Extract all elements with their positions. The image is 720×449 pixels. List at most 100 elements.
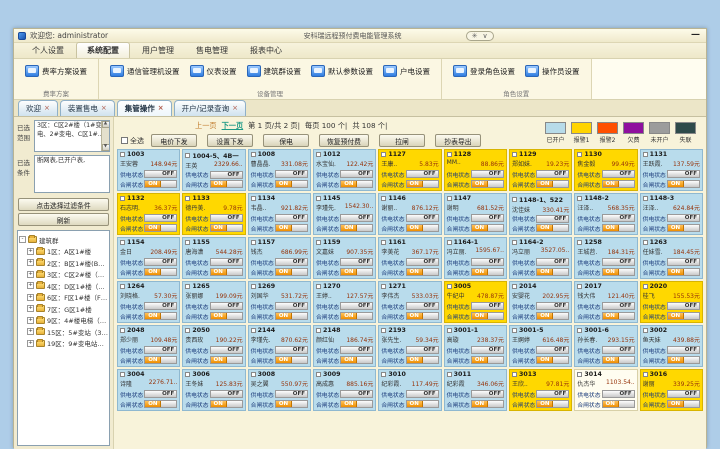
meter-card[interactable]: 1265 张丽娜 199.09元 供电状态 OFF 合闸状态 ON — [182, 281, 245, 323]
meter-checkbox[interactable] — [120, 372, 125, 377]
meter-checkbox[interactable] — [577, 328, 582, 333]
meter-checkbox[interactable] — [185, 240, 190, 245]
tree-item[interactable]: + 6区：F区1#楼（F区1#.. — [27, 292, 108, 302]
meter-card[interactable]: 1271 李伟杰 533.03元 供电状态 OFF 合闸状态 ON — [378, 281, 441, 323]
meter-card[interactable]: 1269 刘国华 531.72元 供电状态 OFF 合闸状态 ON — [248, 281, 311, 323]
supply-status-toggle[interactable]: OFF — [471, 390, 504, 398]
supply-status-toggle[interactable]: OFF — [536, 170, 569, 178]
switch-status-toggle[interactable]: ON — [340, 268, 373, 276]
meter-checkbox[interactable] — [251, 196, 256, 201]
supply-status-toggle[interactable]: OFF — [602, 390, 635, 398]
supply-status-toggle[interactable]: OFF — [210, 258, 243, 266]
switch-status-toggle[interactable]: ON — [210, 180, 243, 188]
meter-card[interactable]: 1164-2 冯立丽 3527.05.. 供电状态 OFF 合闸状态 ON — [509, 237, 572, 279]
switch-status-toggle[interactable]: ON — [340, 224, 373, 232]
meter-card[interactable]: 1154 金日 208.49元 供电状态 OFF 合闸状态 ON — [117, 237, 180, 279]
meter-card[interactable]: 3010 纪彩霞. 117.49元 供电状态 OFF 合闸状态 ON — [378, 369, 441, 411]
meter-card[interactable]: 1146 谢丽.. 876.12元 供电状态 OFF 合闸状态 ON — [378, 193, 441, 235]
supply-status-toggle[interactable]: OFF — [667, 346, 700, 354]
switch-status-toggle[interactable]: ON — [210, 400, 243, 408]
switch-status-toggle[interactable]: ON — [406, 312, 439, 320]
supply-status-toggle[interactable]: OFF — [144, 170, 177, 178]
switch-status-toggle[interactable]: ON — [275, 400, 308, 408]
meter-card[interactable]: 1131 王跃霞. 137.59元 供电状态 OFF 合闸状态 ON — [640, 149, 703, 191]
switch-status-toggle[interactable]: ON — [602, 400, 635, 408]
supply-status-toggle[interactable]: OFF — [210, 302, 243, 310]
meter-card[interactable]: 1012 水宝仙. 122.42元 供电状态 OFF 合闸状态 ON — [313, 149, 376, 191]
meter-card[interactable]: 3006 王冬妹 125.83元 供电状态 OFF 合闸状态 ON — [182, 369, 245, 411]
switch-status-toggle[interactable]: ON — [471, 268, 504, 276]
menu-item[interactable]: 报表中心 — [240, 43, 292, 58]
supply-status-toggle[interactable]: OFF — [340, 214, 373, 222]
switch-status-toggle[interactable]: ON — [275, 312, 308, 320]
meter-checkbox[interactable] — [512, 240, 517, 245]
switch-status-toggle[interactable]: ON — [471, 180, 504, 188]
meter-checkbox[interactable] — [577, 240, 582, 245]
meter-checkbox[interactable] — [316, 152, 321, 157]
next-page-link[interactable]: 下一页 — [222, 121, 244, 131]
supply-status-toggle[interactable]: OFF — [667, 390, 700, 398]
meter-checkbox[interactable] — [577, 284, 582, 289]
expand-icon[interactable]: + — [27, 248, 34, 255]
switch-status-toggle[interactable]: ON — [406, 180, 439, 188]
expand-icon[interactable]: + — [27, 328, 34, 335]
close-tab-icon[interactable]: × — [101, 105, 107, 112]
meter-checkbox[interactable] — [251, 328, 256, 333]
supply-status-toggle[interactable]: OFF — [536, 302, 569, 310]
switch-status-toggle[interactable]: ON — [602, 312, 635, 320]
scroll-up-icon[interactable]: ▲ — [102, 121, 110, 128]
switch-status-toggle[interactable]: ON — [536, 224, 569, 232]
document-tab[interactable]: 欢迎 × — [18, 100, 58, 116]
supply-status-toggle[interactable]: OFF — [536, 258, 569, 266]
meter-checkbox[interactable] — [447, 196, 452, 201]
document-tab[interactable]: 装置售电 × — [60, 100, 115, 116]
meter-checkbox[interactable] — [643, 152, 648, 157]
switch-status-toggle[interactable]: ON — [471, 312, 504, 320]
switch-status-toggle[interactable]: ON — [144, 224, 177, 232]
meter-checkbox[interactable] — [447, 152, 452, 157]
supply-status-toggle[interactable]: OFF — [144, 390, 177, 398]
tree-item[interactable]: + 4区：D区1#楼（D区1.. — [27, 281, 108, 291]
supply-status-toggle[interactable]: OFF — [471, 302, 504, 310]
prev-page-link[interactable]: 上一页 — [195, 121, 217, 131]
action-button[interactable]: 电价下发 — [151, 134, 197, 147]
expand-icon[interactable]: + — [27, 340, 34, 347]
tree-item[interactable]: + 7区：G区1#楼 — [27, 304, 108, 314]
meter-card[interactable]: 1134 韦晶.. 921.82元 供电状态 OFF 合闸状态 ON — [248, 193, 311, 235]
meter-checkbox[interactable] — [316, 284, 321, 289]
meter-card[interactable]: 1263 任妹雪. 184.45元 供电状态 OFF 合闸状态 ON — [640, 237, 703, 279]
switch-status-toggle[interactable]: ON — [471, 356, 504, 364]
meter-checkbox[interactable] — [120, 196, 125, 201]
switch-status-toggle[interactable]: ON — [667, 180, 700, 188]
minimize-button[interactable]: — — [689, 31, 702, 40]
supply-status-toggle[interactable]: OFF — [210, 390, 243, 398]
switch-status-toggle[interactable]: ON — [144, 312, 177, 320]
switch-status-toggle[interactable]: ON — [340, 356, 373, 364]
switch-status-toggle[interactable]: ON — [210, 268, 243, 276]
meter-checkbox[interactable] — [643, 372, 648, 377]
meter-card[interactable]: 1147 谢明 681.52元 供电状态 OFF 合闸状态 ON — [444, 193, 507, 235]
supply-status-toggle[interactable]: OFF — [210, 171, 243, 179]
tree-item[interactable]: + 1区：A区1#楼 — [27, 246, 108, 256]
meter-card[interactable]: 3001-6 孙长春. 293.15元 供电状态 OFF 合闸状态 ON — [574, 325, 637, 367]
document-tab[interactable]: 集管操作 × — [117, 100, 172, 116]
supply-status-toggle[interactable]: OFF — [275, 390, 308, 398]
supply-status-toggle[interactable]: OFF — [406, 302, 439, 310]
ribbon-button[interactable]: 户电设置 — [378, 62, 435, 80]
supply-status-toggle[interactable]: OFF — [275, 214, 308, 222]
switch-status-toggle[interactable]: ON — [536, 356, 569, 364]
switch-status-toggle[interactable]: ON — [144, 400, 177, 408]
meter-checkbox[interactable] — [512, 284, 517, 289]
meter-card[interactable]: 2144 李瑾先. 870.62元 供电状态 OFF 合闸状态 ON — [248, 325, 311, 367]
ribbon-button[interactable]: 通信管理机设置 — [105, 62, 185, 80]
meter-card[interactable]: 1164-1 冯立丽. 1595.67.. 供电状态 OFF 合闸状态 ON — [444, 237, 507, 279]
supply-status-toggle[interactable]: OFF — [602, 170, 635, 178]
supply-status-toggle[interactable]: OFF — [406, 214, 439, 222]
supply-status-toggle[interactable]: OFF — [536, 346, 569, 354]
ribbon-button[interactable]: 费率方案设置 — [20, 62, 92, 80]
meter-checkbox[interactable] — [185, 153, 190, 158]
action-button[interactable]: 恢复预付费 — [319, 134, 369, 147]
meter-checkbox[interactable] — [447, 240, 452, 245]
window-style-control[interactable]: ✳ ∨ — [466, 31, 494, 41]
ribbon-button[interactable]: 仪表设置 — [185, 62, 242, 80]
